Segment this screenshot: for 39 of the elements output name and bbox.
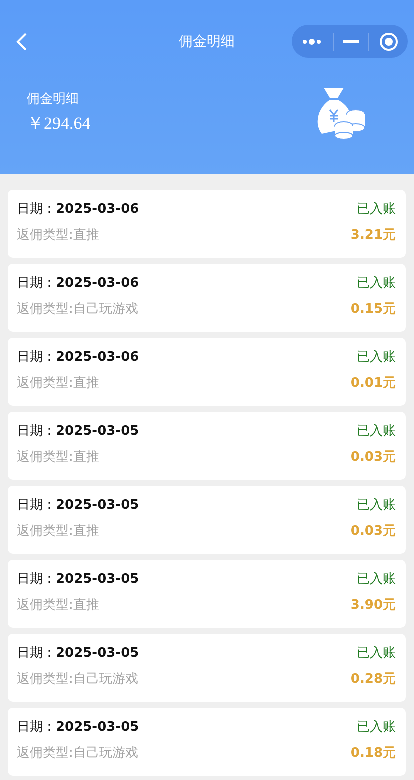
close-icon[interactable] <box>378 32 399 52</box>
summary-amount: ￥294.64 <box>27 112 91 134</box>
record-amount: 0.18元 <box>350 745 396 762</box>
record-date: 日期：2025-03-05 <box>17 719 140 736</box>
record-date: 日期：2025-03-06 <box>17 349 140 366</box>
record-amount: 0.03元 <box>350 449 396 466</box>
record-amount: 0.03元 <box>350 523 396 540</box>
record-date: 日期：2025-03-06 <box>17 275 140 292</box>
record-status: 已入账 <box>357 719 396 736</box>
summary-label: 佣金明细 <box>27 90 80 108</box>
record-type: 返佣类型:直推 <box>17 597 100 614</box>
record-date: 日期：2025-03-05 <box>17 571 140 588</box>
record-amount: 0.01元 <box>350 375 396 392</box>
more-icon[interactable] <box>301 38 324 46</box>
record-status: 已入账 <box>357 275 396 292</box>
record-type: 返佣类型:自己玩游戏 <box>17 745 138 762</box>
record-type: 返佣类型:自己玩游戏 <box>17 671 138 688</box>
record-date: 日期：2025-03-06 <box>17 201 140 218</box>
record-status: 已入账 <box>357 497 396 514</box>
record-amount: 0.28元 <box>350 671 396 688</box>
record-amount: 0.15元 <box>350 301 396 318</box>
record-type: 返佣类型:直推 <box>17 227 100 244</box>
back-icon[interactable] <box>16 32 28 52</box>
record-type: 返佣类型:直推 <box>17 449 100 466</box>
record-type: 返佣类型:直推 <box>17 523 100 540</box>
record-status: 已入账 <box>357 349 396 366</box>
record-status: 已入账 <box>357 201 396 218</box>
record-date: 日期：2025-03-05 <box>17 423 140 440</box>
minimize-icon[interactable] <box>342 40 359 44</box>
record-date: 日期：2025-03-05 <box>17 497 140 514</box>
record-status: 已入账 <box>357 423 396 440</box>
record-type: 返佣类型:自己玩游戏 <box>17 301 138 318</box>
record-amount: 3.90元 <box>350 597 396 614</box>
page-title: 佣金明细 <box>179 33 235 51</box>
record-amount: 3.21元 <box>350 227 396 244</box>
record-status: 已入账 <box>357 571 396 588</box>
record-date: 日期：2025-03-05 <box>17 645 140 662</box>
record-type: 返佣类型:直推 <box>17 375 100 392</box>
record-status: 已入账 <box>357 645 396 662</box>
